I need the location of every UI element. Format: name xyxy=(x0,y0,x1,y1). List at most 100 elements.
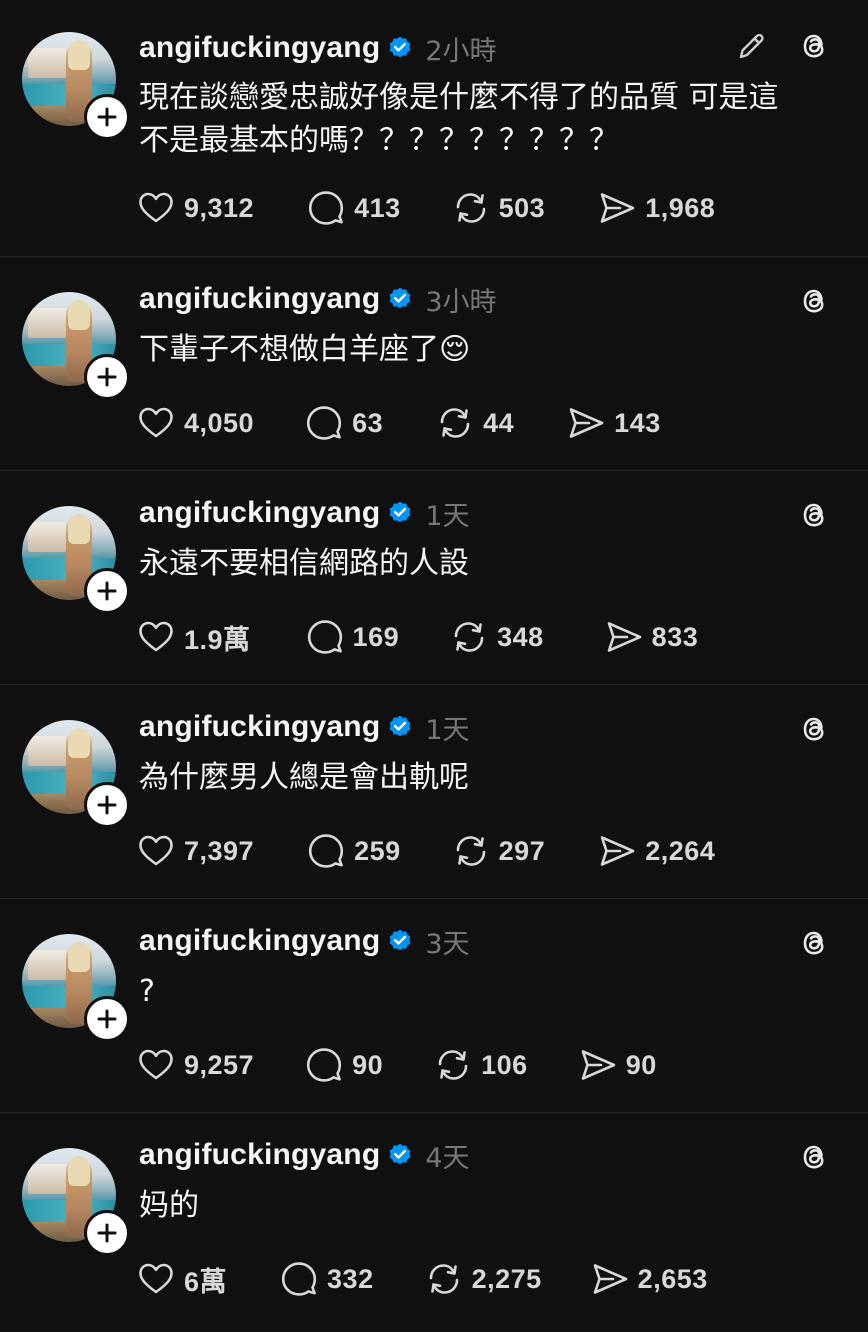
share-button[interactable]: 1,968 xyxy=(597,188,715,228)
plus-icon xyxy=(97,581,117,601)
heart-icon xyxy=(139,407,173,438)
heart-icon xyxy=(139,192,173,223)
avatar-wrap[interactable] xyxy=(22,934,130,1042)
post-header: angifuckingyang 2小時 xyxy=(139,28,497,68)
follow-button[interactable] xyxy=(84,354,130,400)
share-count: 2,264 xyxy=(645,835,716,866)
share-button[interactable]: 90 xyxy=(578,1045,657,1085)
reply-button[interactable]: 169 xyxy=(305,617,400,657)
avatar-wrap[interactable] xyxy=(22,32,130,140)
follow-button[interactable] xyxy=(84,568,130,614)
follow-button[interactable] xyxy=(84,94,130,140)
repost-icon xyxy=(454,622,484,652)
threads-logo-icon xyxy=(803,717,824,741)
follow-button[interactable] xyxy=(84,996,130,1042)
send-icon xyxy=(569,408,604,438)
repost-count: 44 xyxy=(483,407,515,438)
avatar-wrap[interactable] xyxy=(22,506,130,614)
send-icon xyxy=(600,836,635,866)
post-header: angifuckingyang 1天 xyxy=(139,707,470,747)
heart-icon xyxy=(139,835,173,866)
username[interactable]: angifuckingyang xyxy=(139,1138,380,1172)
heart-icon xyxy=(139,1263,173,1294)
like-count: 1.9萬 xyxy=(184,624,251,655)
threads-feed: angifuckingyang 2小時 現在談戀愛忠誠好像是什麼不得了的品質 可… xyxy=(0,0,868,1328)
verified-badge-icon xyxy=(389,36,411,58)
follow-button[interactable] xyxy=(84,1210,130,1256)
share-button[interactable]: 833 xyxy=(604,617,699,657)
repost-icon xyxy=(438,1050,468,1080)
repost-button[interactable]: 2,275 xyxy=(424,1259,542,1299)
threads-logo-button[interactable] xyxy=(794,495,834,535)
repost-button[interactable]: 297 xyxy=(451,831,546,871)
reply-count: 332 xyxy=(327,1263,374,1294)
threads-logo-icon xyxy=(803,34,824,58)
repost-icon xyxy=(456,836,485,866)
edit-button[interactable] xyxy=(732,26,772,66)
username[interactable]: angifuckingyang xyxy=(139,31,380,65)
post-time: 4天 xyxy=(425,1142,470,1174)
threads-logo-button[interactable] xyxy=(794,281,834,321)
thread-post[interactable]: angifuckingyang 2小時 現在談戀愛忠誠好像是什麼不得了的品質 可… xyxy=(0,0,868,257)
avatar-wrap[interactable] xyxy=(22,1148,130,1256)
verified-badge-icon xyxy=(389,715,411,737)
repost-count: 348 xyxy=(497,621,544,652)
share-count: 833 xyxy=(651,621,699,652)
verified-badge-icon xyxy=(389,929,411,951)
username[interactable]: angifuckingyang xyxy=(139,282,380,316)
repost-button[interactable]: 348 xyxy=(449,617,544,657)
post-top-icons xyxy=(794,709,834,749)
comment-bubble-icon xyxy=(308,834,344,868)
post-header: angifuckingyang 1天 xyxy=(139,493,470,533)
username[interactable]: angifuckingyang xyxy=(139,710,380,744)
reply-count: 90 xyxy=(352,1049,384,1080)
like-button[interactable]: 6萬 xyxy=(136,1259,227,1299)
comment-bubble-icon xyxy=(306,1048,342,1082)
like-button[interactable]: 1.9萬 xyxy=(136,617,251,657)
like-button[interactable]: 4,050 xyxy=(136,403,254,443)
thread-post[interactable]: angifuckingyang 1天 永遠不要相信網路的人設 1.9萬 169 … xyxy=(0,471,868,685)
verified-badge-icon xyxy=(389,1143,411,1165)
reply-button[interactable]: 332 xyxy=(279,1259,374,1299)
avatar-wrap[interactable] xyxy=(22,292,130,400)
send-icon xyxy=(593,1264,627,1294)
threads-logo-button[interactable] xyxy=(794,709,834,749)
threads-logo-button[interactable] xyxy=(794,923,834,963)
reply-button[interactable]: 63 xyxy=(304,403,383,443)
thread-post[interactable]: angifuckingyang 1天 為什麼男人總是會出軌呢 7,397 259… xyxy=(0,685,868,899)
reply-button[interactable]: 90 xyxy=(304,1045,383,1085)
comment-bubble-icon xyxy=(281,1262,317,1296)
like-button[interactable]: 9,257 xyxy=(136,1045,254,1085)
like-button[interactable]: 7,397 xyxy=(136,831,254,871)
repost-count: 297 xyxy=(498,835,546,866)
like-count: 4,050 xyxy=(184,407,255,438)
repost-button[interactable]: 106 xyxy=(433,1045,528,1085)
post-top-icons xyxy=(794,1137,834,1177)
post-time: 2小時 xyxy=(425,35,497,67)
thread-post[interactable]: angifuckingyang 3小時 下輩子不想做白羊座了😌 4,050 63… xyxy=(0,257,868,471)
share-count: 2,653 xyxy=(637,1263,708,1294)
share-button[interactable]: 143 xyxy=(566,403,661,443)
thread-post[interactable]: angifuckingyang 4天 妈的 6萬 332 2,275 2,653 xyxy=(0,1113,868,1328)
username[interactable]: angifuckingyang xyxy=(139,496,380,530)
share-button[interactable]: 2,264 xyxy=(597,831,715,871)
like-button[interactable]: 9,312 xyxy=(136,188,254,228)
post-text: 下輩子不想做白羊座了😌 xyxy=(139,332,471,367)
username[interactable]: angifuckingyang xyxy=(139,924,380,958)
avatar-wrap[interactable] xyxy=(22,720,130,828)
share-button[interactable]: 2,653 xyxy=(590,1259,708,1299)
threads-logo-icon xyxy=(803,1145,824,1169)
repost-button[interactable]: 44 xyxy=(435,403,514,443)
reply-button[interactable]: 259 xyxy=(306,831,401,871)
share-count: 90 xyxy=(625,1049,657,1080)
threads-logo-button[interactable] xyxy=(794,26,834,66)
verified-badge-icon xyxy=(389,287,411,309)
post-actions: 6萬 332 2,275 2,653 xyxy=(136,1257,708,1301)
send-icon xyxy=(581,1050,615,1080)
repost-button[interactable]: 503 xyxy=(451,188,546,228)
follow-button[interactable] xyxy=(84,782,130,828)
reply-button[interactable]: 413 xyxy=(306,188,401,228)
verified-badge-icon xyxy=(389,501,411,523)
thread-post[interactable]: angifuckingyang 3天 ? 9,257 90 106 90 xyxy=(0,899,868,1113)
threads-logo-button[interactable] xyxy=(794,1137,834,1177)
